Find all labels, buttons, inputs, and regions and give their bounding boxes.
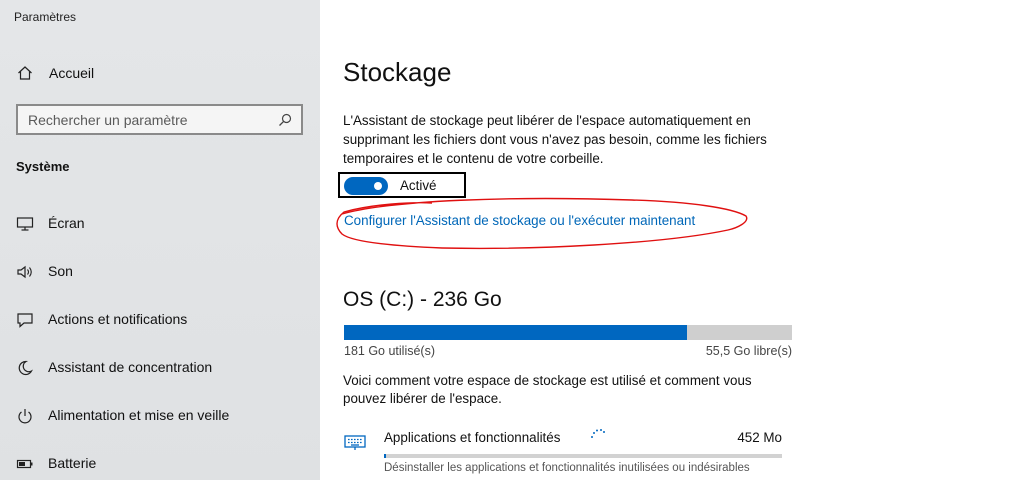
battery-icon bbox=[16, 459, 33, 469]
configure-storage-sense-link[interactable]: Configurer l'Assistant de stockage ou l'… bbox=[344, 213, 695, 228]
used-space-label: 181 Go utilisé(s) bbox=[344, 344, 436, 358]
app-title: Paramètres bbox=[14, 10, 77, 24]
power-icon bbox=[18, 409, 32, 424]
home-icon bbox=[18, 66, 32, 80]
sidebar-item-label: Écran bbox=[48, 215, 85, 231]
search-placeholder: Rechercher un paramètre bbox=[28, 112, 188, 128]
sidebar-item-label: Batterie bbox=[48, 455, 97, 471]
storage-category-apps[interactable]: Applications et fonctionnalités 452 Mo D… bbox=[340, 424, 790, 480]
usage-description: Voici comment votre espace de stockage e… bbox=[343, 373, 752, 406]
toggle-knob bbox=[374, 182, 382, 190]
category-usage-bar bbox=[384, 454, 782, 458]
category-subtitle: Désinstaller les applications et fonctio… bbox=[384, 462, 750, 474]
sidebar-item-ecran[interactable]: Écran bbox=[0, 206, 320, 242]
section-heading: Système bbox=[16, 159, 70, 174]
category-usage-fill bbox=[384, 454, 386, 458]
free-space-label: 55,5 Go libre(s) bbox=[705, 344, 792, 358]
page-title: Stockage bbox=[343, 57, 452, 87]
search-icon[interactable] bbox=[277, 112, 293, 128]
sidebar-item-label: Accueil bbox=[49, 65, 95, 81]
sidebar-item-power-sleep[interactable]: Alimentation et mise en veille bbox=[0, 398, 320, 434]
sidebar-item-son[interactable]: Son bbox=[0, 254, 320, 290]
sidebar-item-label: Son bbox=[48, 263, 73, 279]
sidebar-item-actions-notifications[interactable]: Actions et notifications bbox=[0, 302, 320, 338]
category-size: 452 Mo bbox=[737, 430, 782, 445]
search-input[interactable]: Rechercher un paramètre bbox=[16, 104, 303, 135]
toggle-state-label: Activé bbox=[400, 178, 437, 193]
sidebar: Paramètres Accueil Rechercher un paramèt… bbox=[0, 0, 320, 480]
loading-spinner-icon bbox=[591, 429, 605, 438]
storage-sense-description: L'Assistant de stockage peut libérer de … bbox=[343, 113, 767, 166]
notification-icon bbox=[17, 313, 33, 328]
drive-usage-bar bbox=[344, 325, 792, 340]
sidebar-item-home[interactable]: Accueil bbox=[0, 56, 320, 90]
sidebar-item-focus-assist[interactable]: Assistant de concentration bbox=[0, 350, 320, 386]
sidebar-item-label: Assistant de concentration bbox=[48, 359, 213, 375]
keyboard-icon bbox=[344, 435, 366, 450]
category-name: Applications et fonctionnalités bbox=[384, 430, 561, 445]
speaker-icon bbox=[17, 265, 32, 279]
sidebar-item-battery[interactable]: Batterie bbox=[0, 446, 320, 480]
storage-sense-toggle[interactable] bbox=[344, 177, 388, 195]
drive-title: OS (C:) - 236 Go bbox=[343, 288, 502, 311]
drive-usage-fill bbox=[344, 325, 688, 340]
sidebar-item-label: Alimentation et mise en veille bbox=[48, 407, 230, 423]
monitor-icon bbox=[16, 217, 34, 231]
sidebar-item-label: Actions et notifications bbox=[48, 311, 188, 327]
moon-icon bbox=[18, 360, 33, 376]
main-content: Stockage L'Assistant de stockage peut li… bbox=[320, 0, 1031, 480]
